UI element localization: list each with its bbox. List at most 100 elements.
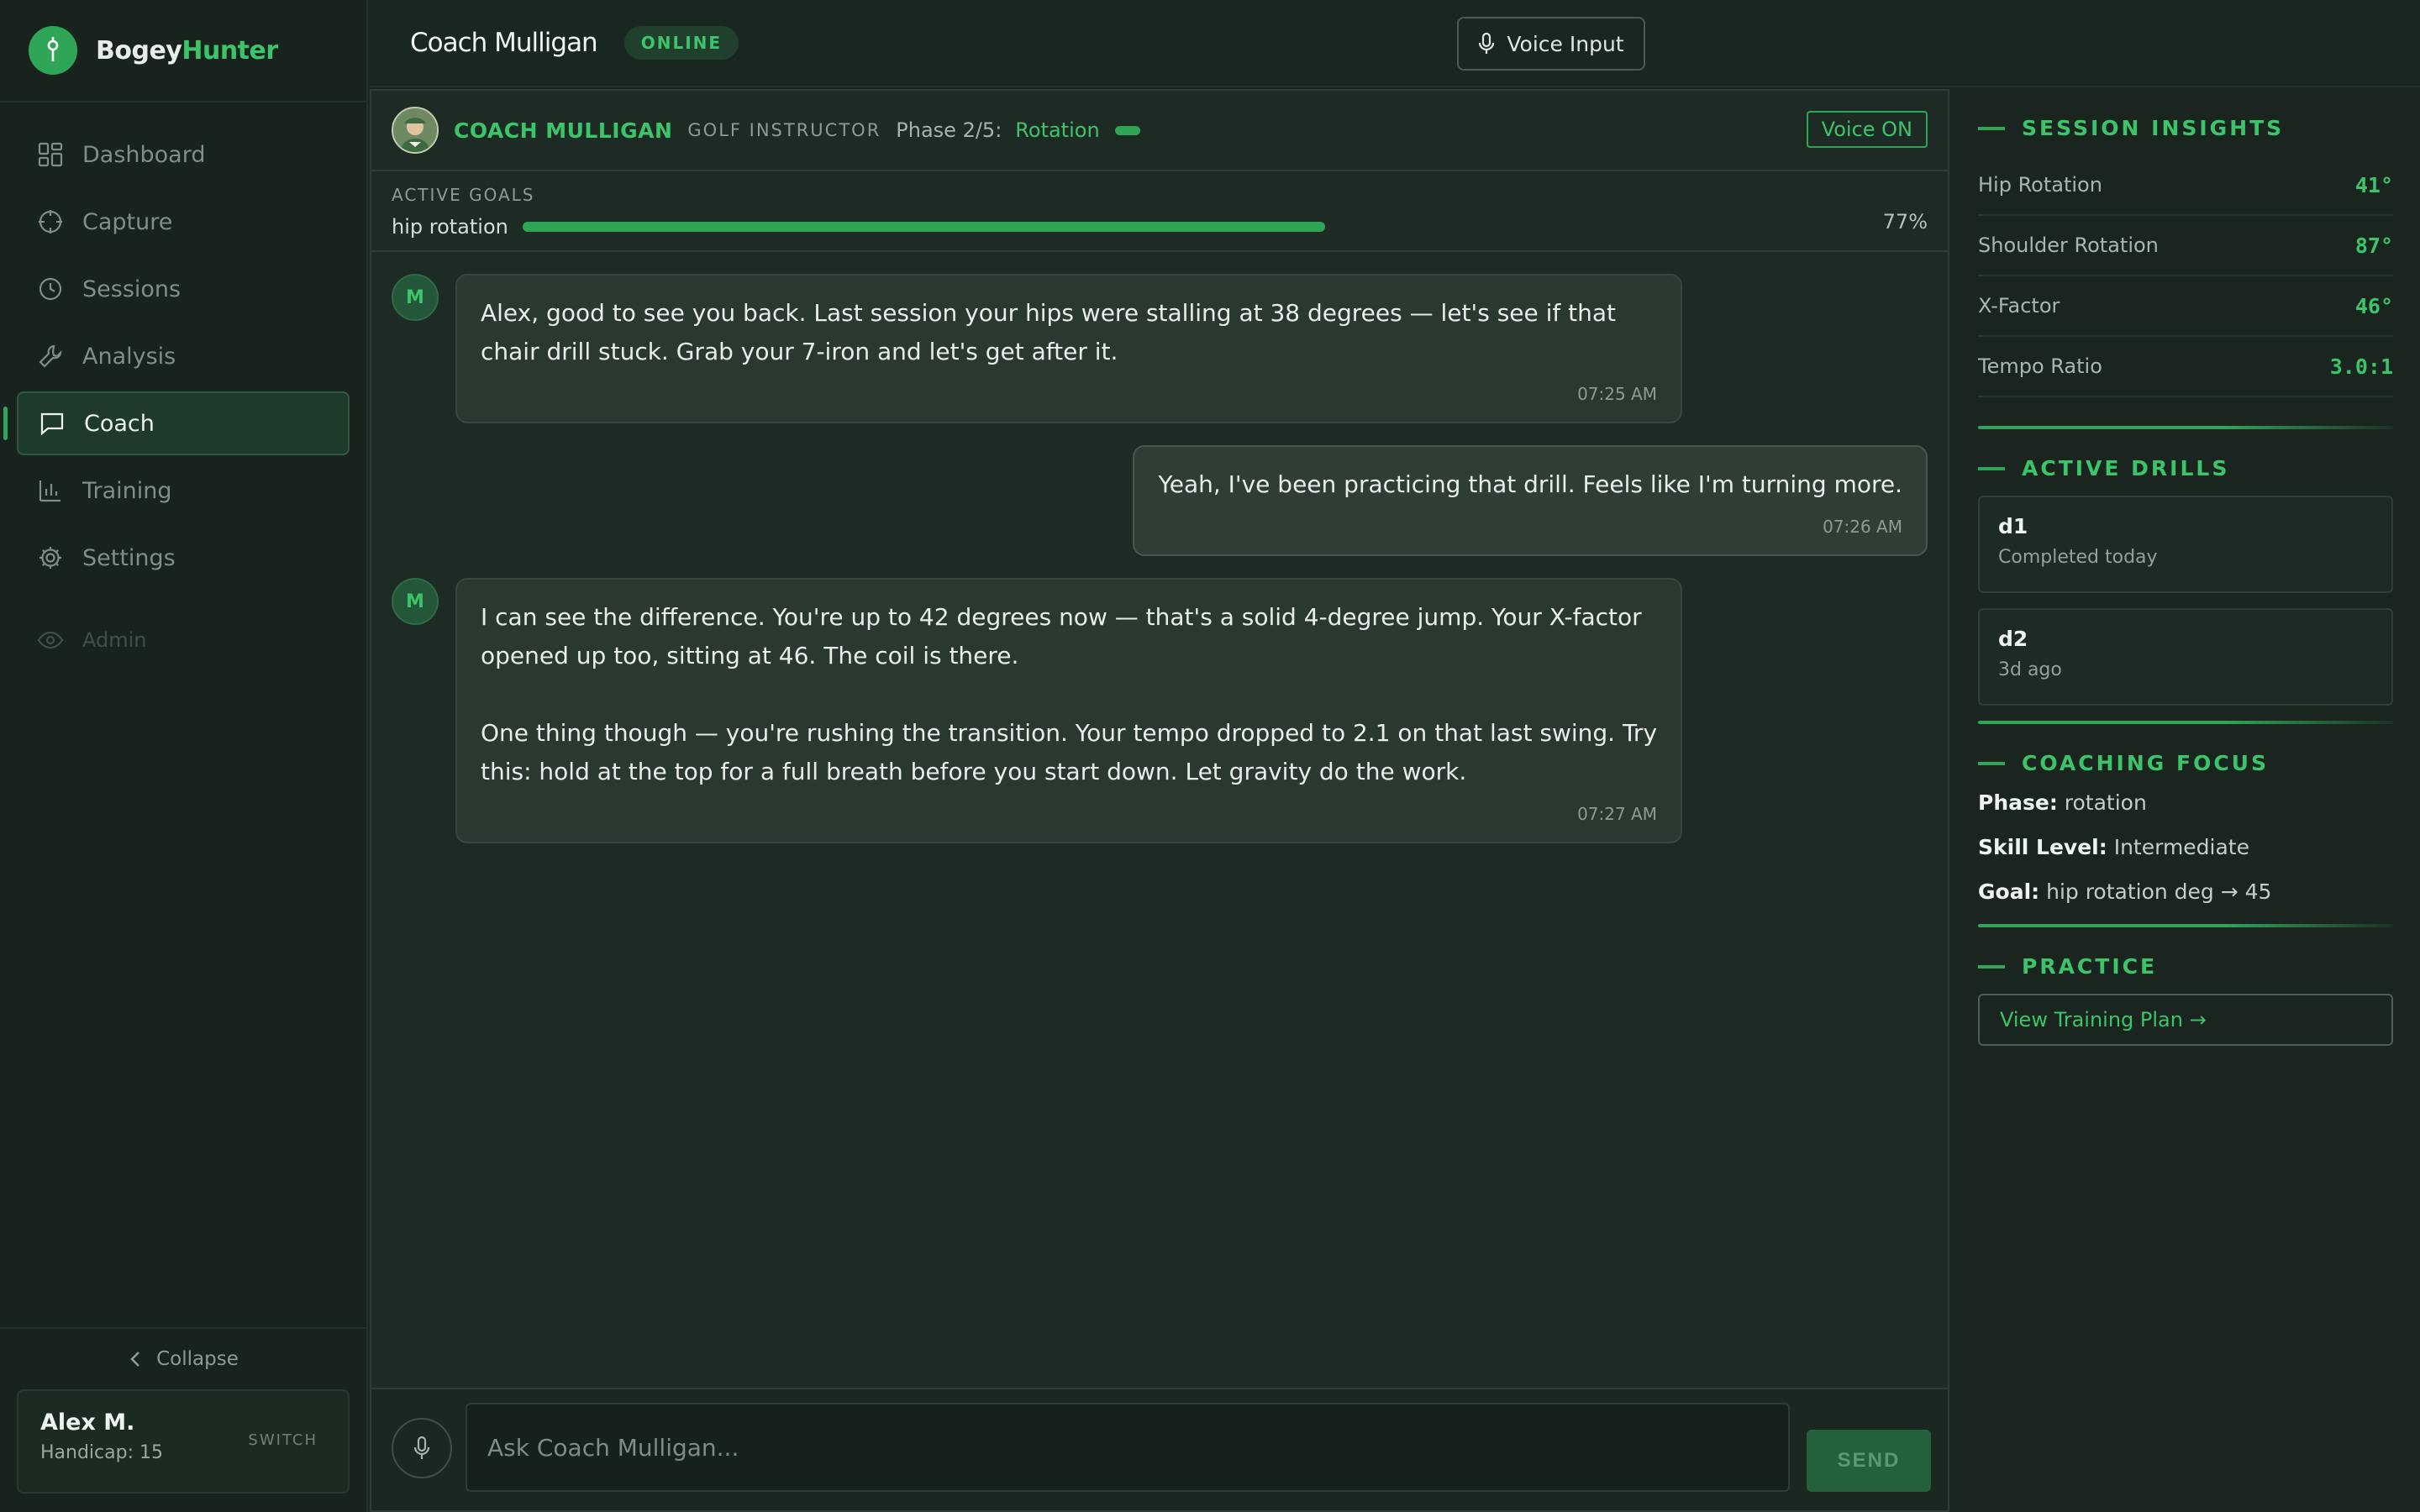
sidebar-item-label: Analysis [82, 343, 176, 370]
collapse-button[interactable]: Collapse [0, 1329, 366, 1389]
practice-title: PRACTICE [1978, 954, 2393, 979]
insight-label: X-Factor [1978, 294, 2060, 318]
voice-toggle-button[interactable]: Voice ON [1806, 111, 1928, 148]
voice-input-label: Voice Input [1507, 31, 1624, 56]
phase-indicator [1114, 125, 1140, 135]
focus-goal-key: Goal: [1978, 879, 2040, 904]
phase-value: Rotation [1015, 118, 1100, 142]
voice-input-button[interactable]: Voice Input [1457, 17, 1645, 71]
focus-title: COACHING FOCUS [1978, 751, 2393, 775]
drill-card[interactable]: d1 Completed today [1978, 496, 2393, 593]
clock-icon [37, 276, 64, 302]
sidebar-footer: Collapse Alex M. Handicap: 15 SWITCH [0, 1327, 366, 1512]
user-message: Yeah, I've been practicing that drill. F… [392, 445, 1928, 556]
coach-avatar [392, 107, 439, 154]
sidebar-item-analysis[interactable]: Analysis [17, 324, 350, 388]
microphone-icon [413, 1436, 430, 1459]
message-timestamp: 07:27 AM [1577, 804, 1657, 824]
drills-title: ACTIVE DRILLS [1978, 456, 2393, 480]
message-text: Yeah, I've been practicing that drill. F… [1158, 470, 1902, 498]
insight-row: X-Factor 46° [1978, 276, 2393, 337]
sidebar-item-coach[interactable]: Coach [3, 391, 350, 455]
sidebar-item-label: Training [82, 477, 172, 504]
sidebar-item-capture[interactable]: Capture [17, 190, 350, 254]
message-timestamp: 07:26 AM [1823, 517, 1902, 537]
message-text: I can see the difference. You're up to 4… [481, 603, 1642, 669]
bar-chart-icon [37, 477, 64, 504]
microphone-icon [1479, 32, 1495, 54]
focus-skill-value: Intermediate [2113, 835, 2249, 859]
message-text: Alex, good to see you back. Last session… [481, 299, 1617, 365]
crosshair-icon [37, 208, 64, 235]
view-training-plan-button[interactable]: View Training Plan → [1978, 994, 2393, 1046]
insight-row: Shoulder Rotation 87° [1978, 216, 2393, 276]
focus-goal: Goal: hip rotation deg → 45 [1978, 879, 2393, 904]
sidebar-item-dashboard[interactable]: Dashboard [17, 123, 350, 186]
focus-phase-value: rotation [2064, 790, 2147, 815]
section-divider [1978, 721, 2393, 724]
chevron-left-icon [130, 1352, 140, 1367]
active-goals: ACTIVE GOALS hip rotation 77% [371, 171, 1948, 252]
right-panel: SESSION INSIGHTS Hip Rotation 41° Should… [1951, 89, 2420, 1512]
coach-role: GOLF INSTRUCTOR [687, 120, 881, 140]
insight-value: 46° [2354, 293, 2393, 318]
chat-panel: COACH MULLIGAN GOLF INSTRUCTOR Phase 2/5… [370, 89, 1949, 1512]
status-badge: ONLINE [623, 26, 739, 60]
sidebar-item-label: Dashboard [82, 141, 206, 168]
goal-percent: 77% [1882, 210, 1928, 234]
insight-label: Hip Rotation [1978, 173, 2102, 197]
sidebar-item-sessions[interactable]: Sessions [17, 257, 350, 321]
brand[interactable]: BogeyHunter [0, 0, 366, 102]
user-card: Alex M. Handicap: 15 SWITCH [17, 1389, 350, 1494]
goal-progress-bar [523, 222, 1565, 232]
switch-user-button[interactable]: SWITCH [248, 1431, 318, 1449]
brand-name-part1: Bogey [96, 35, 182, 66]
sidebar-item-admin[interactable]: Admin [17, 608, 350, 672]
send-button[interactable]: SEND [1807, 1430, 1931, 1492]
insight-row: Tempo Ratio 3.0:1 [1978, 337, 2393, 397]
insight-label: Tempo Ratio [1978, 354, 2102, 378]
message-text: One thing though — you're rushing the tr… [481, 719, 1658, 785]
insights-title: SESSION INSIGHTS [1978, 116, 2393, 140]
dashboard-icon [37, 141, 64, 168]
message-timestamp: 07:25 AM [1577, 384, 1657, 404]
sidebar-item-label: Sessions [82, 276, 182, 302]
section-divider [1978, 426, 2393, 429]
insight-row: Hip Rotation 41° [1978, 155, 2393, 216]
brand-name: BogeyHunter [96, 36, 278, 66]
drill-name: d1 [1998, 514, 2028, 538]
drill-status: 3d ago [1998, 659, 2062, 680]
insight-value: 87° [2354, 233, 2393, 258]
coach-message-avatar: M [392, 274, 439, 321]
gear-icon [37, 544, 64, 571]
goal-row: hip rotation [392, 215, 1928, 239]
wrench-icon [37, 343, 64, 370]
goal-label: hip rotation [392, 215, 508, 239]
sidebar-item-label: Capture [82, 208, 173, 235]
sidebar: BogeyHunter Dashboard Capture Sessions A… [0, 0, 368, 1512]
message-bubble: I can see the difference. You're up to 4… [455, 578, 1682, 843]
chat-input[interactable] [466, 1403, 1790, 1492]
insight-label: Shoulder Rotation [1978, 234, 2159, 257]
focus-skill-key: Skill Level: [1978, 835, 2107, 859]
coach-message-avatar: M [392, 578, 439, 625]
composer: SEND [371, 1388, 1948, 1510]
message-bubble: Alex, good to see you back. Last session… [455, 274, 1682, 423]
sidebar-item-label: Coach [84, 410, 155, 437]
message-list: M Alex, good to see you back. Last sessi… [371, 252, 1948, 887]
page-title: Coach Mulligan [410, 28, 598, 58]
sidebar-item-settings[interactable]: Settings [17, 526, 350, 590]
section-divider [1978, 924, 2393, 927]
focus-goal-value: hip rotation deg → 45 [2046, 879, 2272, 904]
sidebar-item-training[interactable]: Training [17, 459, 350, 522]
goal-progress-fill [523, 222, 1325, 232]
drill-status: Completed today [1998, 547, 2158, 568]
microphone-button[interactable] [392, 1418, 452, 1478]
chat-icon [39, 410, 66, 437]
top-bar: Coach Mulligan ONLINE Voice Input [370, 0, 2420, 87]
collapse-label: Collapse [156, 1348, 239, 1370]
drill-card[interactable]: d2 3d ago [1978, 608, 2393, 706]
focus-skill: Skill Level: Intermediate [1978, 835, 2393, 859]
goals-title: ACTIVE GOALS [392, 185, 535, 205]
sidebar-item-label: Admin [82, 628, 147, 652]
